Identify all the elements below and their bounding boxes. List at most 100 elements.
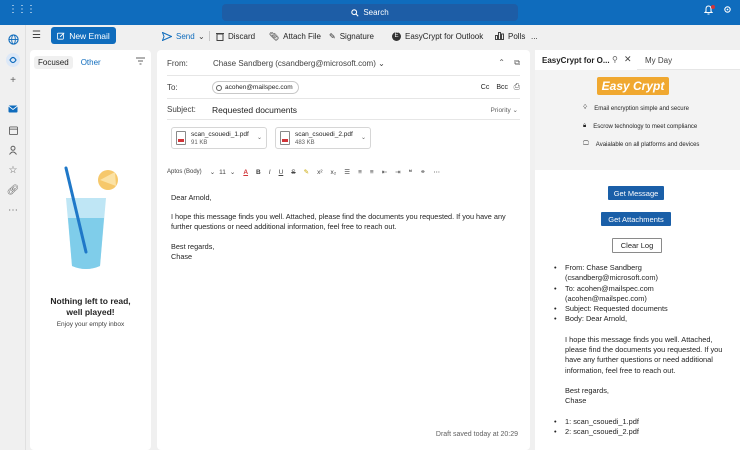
bell-icon[interactable] [703,5,715,17]
app-launcher-icon[interactable]: ⋮⋮⋮ [8,4,36,18]
easycrypt-label: EasyCrypt for Outlook [405,31,484,41]
body-line[interactable]: further questions or need additional inf… [171,222,397,232]
trash-icon [216,32,224,41]
empty-title-line: Nothing left to read, [50,296,131,306]
link-icon[interactable]: ⚭ [420,168,425,176]
quote-icon[interactable]: ❝ [409,168,413,176]
add-app-icon[interactable]: + [6,73,20,87]
subject-label: Subject: [167,105,196,114]
log-text: information, feel free to reach out. [565,365,676,375]
hamburger-icon[interactable]: ☰ [32,30,41,41]
bullet: • [554,304,557,314]
font-family-select[interactable]: Aptos (Body) [167,169,202,175]
new-email-button[interactable]: New Email [51,27,116,44]
calendar-icon[interactable] [6,123,20,137]
mail-icon[interactable] [6,102,20,116]
from-selector[interactable]: Chase Sandberg (csandberg@microsoft.com)… [213,59,385,68]
chevron-down-icon: ⌄ [512,107,518,114]
address-book-icon[interactable]: ⎙ [514,82,520,92]
bold-icon[interactable]: B [256,169,261,176]
send-icon [162,31,172,41]
divider [167,119,520,120]
attachment-card[interactable]: scan_csouedi_1.pdf 91 KB ⌄ [171,127,267,149]
pdf-file-icon [280,131,290,145]
collapse-chevron-icon[interactable]: ⌃ [498,58,505,67]
copilot-icon[interactable] [6,53,20,67]
italic-icon[interactable]: I [269,169,271,176]
filter-icon[interactable] [136,57,145,67]
indent-icon[interactable]: ⇤ [382,168,387,176]
attachment-menu-chevron-icon[interactable]: ⌄ [257,134,262,141]
polls-button[interactable]: Polls [495,29,525,43]
addin-tabs: EasyCrypt for O... ⚲ ✕ My Day [535,50,740,70]
log-item: • To: acohen@mailspec.com [554,284,734,294]
send-options-chevron-icon[interactable]: ⌄ [198,29,205,43]
get-attachments-button[interactable]: Get Attachments [601,212,671,226]
align-icon[interactable]: ≡ [370,169,374,176]
attachment-card[interactable]: scan_csouedi_2.pdf 483 KB ⌄ [275,127,371,149]
body-line[interactable]: I hope this message finds you well. Atta… [171,212,506,222]
tab-other[interactable]: Other [77,56,105,69]
body-signature[interactable]: Chase [171,252,192,262]
people-icon[interactable] [6,143,20,157]
search-icon [351,8,359,17]
compose-icon [57,31,65,40]
numbered-list-icon[interactable]: ≡ [358,169,362,176]
signature-button[interactable]: ✎ Signature [329,29,374,43]
bullet: • [554,263,557,272]
close-icon[interactable]: ✕ [624,54,632,65]
tab-my-day[interactable]: My Day [645,56,672,65]
priority-dropdown[interactable]: Priority ⌄ [491,106,519,114]
globe-icon[interactable] [6,32,20,46]
highlight-icon[interactable]: ✎ [304,168,309,176]
from-value: Chase Sandberg (csandberg@microsoft.com) [213,59,376,68]
recipient-address: acohen@mailspec.com [225,84,293,91]
easycrypt-icon: E [392,31,401,41]
send-button[interactable]: Send [162,29,195,43]
subject-input[interactable]: Requested documents [212,105,297,115]
tab-easycrypt[interactable]: EasyCrypt for O... [535,50,637,70]
attachment-link-icon[interactable]: 🔗︎ [6,183,20,197]
more-apps-icon[interactable]: ⋯ [6,203,20,217]
font-color-icon[interactable]: A [243,169,248,176]
attachment-size: 483 KB [295,140,315,146]
tab-focused[interactable]: Focused [34,56,73,69]
subscript-icon[interactable]: x₂ [330,169,336,176]
attachment-menu-chevron-icon[interactable]: ⌄ [361,134,366,141]
attach-file-button[interactable]: 📎︎ Attach File [269,29,321,43]
bcc-button[interactable]: Bcc [496,84,508,91]
easycrypt-button[interactable]: E EasyCrypt for Outlook [392,29,483,43]
favorites-star-icon[interactable]: ☆ [6,163,20,177]
body-greeting[interactable]: Dear Arnold, [171,193,212,203]
cc-button[interactable]: Cc [481,84,490,91]
get-message-button[interactable]: Get Message [608,186,664,200]
log-text: Body: Dear Arnold, [565,314,628,324]
underline-icon[interactable]: U [279,169,284,176]
strikethrough-icon[interactable]: S [291,169,295,176]
more-commands-button[interactable]: ... [531,29,538,43]
more-formatting-icon[interactable]: ⋯ [434,168,441,176]
log-text: (acohen@mailspec.com) [565,293,647,303]
title-bar: ⋮⋮⋮ Search [0,0,740,25]
discard-button[interactable]: Discard [216,29,255,43]
send-label: Send [176,31,195,41]
pin-icon[interactable]: ⚲ [612,55,618,64]
chevron-down-icon[interactable]: ⌄ [210,168,215,176]
recipient-chip[interactable]: acohen@mailspec.com [212,81,299,94]
cc-bcc-group: Cc Bcc [481,84,508,91]
settings-icon[interactable] [723,5,732,17]
outdent-icon[interactable]: ⇥ [395,168,400,176]
feature-item: 🖵︎ Avaialable on all platforms and devic… [583,141,699,148]
body-closing[interactable]: Best regards, [171,242,214,252]
font-size-select[interactable]: 11 [219,169,226,176]
bullet-list-icon[interactable]: ☰ [344,168,350,176]
empty-inbox-illustration [64,166,118,269]
superscript-icon[interactable]: x² [317,169,322,176]
feature-item: 🔒︎ Escrow technology to meet compliance [583,123,697,130]
pop-out-icon[interactable]: ⧉ [514,58,520,68]
polls-label: Polls [508,31,526,41]
chevron-down-icon[interactable]: ⌄ [230,168,235,176]
clear-log-button[interactable]: Clear Log [612,238,662,253]
search-box[interactable]: Search [222,4,518,21]
